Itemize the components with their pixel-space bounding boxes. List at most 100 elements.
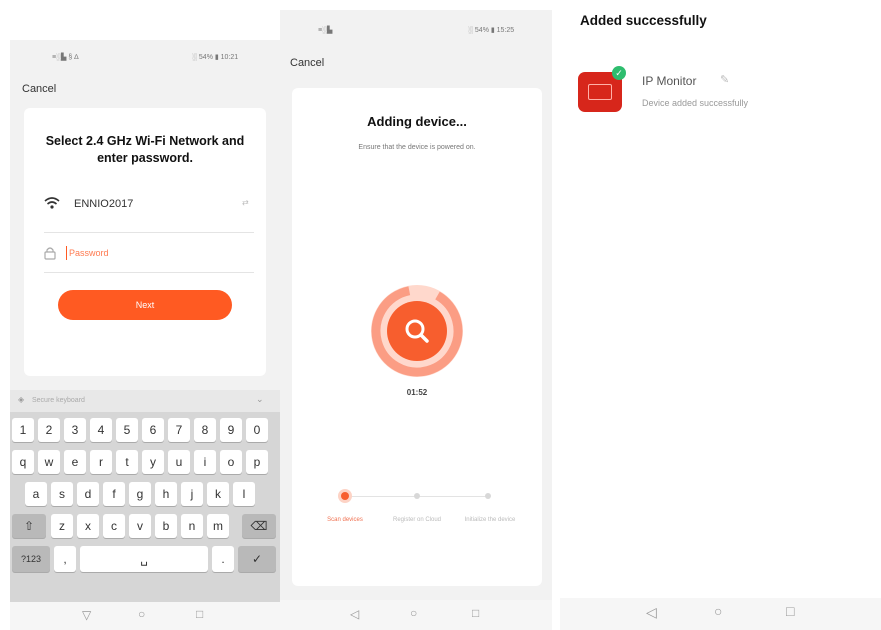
lock-icon	[44, 247, 56, 260]
recent-apps-icon[interactable]: □	[472, 606, 479, 620]
keyboard-header: ◈ Secure keyboard ⌄	[10, 390, 280, 412]
backspace-key[interactable]: ⌫	[242, 514, 276, 538]
back-icon[interactable]: ◁	[350, 607, 359, 621]
back-icon[interactable]: ◁	[646, 604, 657, 621]
system-nav-bar: ◁ ○ □	[280, 600, 552, 630]
step-dot	[414, 493, 420, 499]
page-title: Adding device...	[367, 114, 467, 129]
key[interactable]: 3	[64, 418, 86, 442]
key[interactable]: 6	[142, 418, 164, 442]
text-cursor	[66, 246, 67, 260]
system-nav-bar: ◁ ○ □	[560, 598, 881, 630]
wifi-card: Select 2.4 GHz Wi-Fi Network and enter p…	[24, 108, 266, 376]
shield-icon: ◈	[18, 395, 25, 404]
adding-card: Adding device... Ensure that the device …	[292, 88, 542, 586]
symbols-key[interactable]: ?123	[12, 546, 50, 572]
key[interactable]: k	[207, 482, 229, 506]
scan-timer: 01:52	[406, 388, 428, 397]
page-title: Added successfully	[580, 13, 707, 28]
status-bar-left: ≡░▙ § ∆	[52, 54, 79, 61]
status-bar-right: ░ 54% ▮ 10:21	[192, 54, 239, 61]
wifi-setup-screen: ≡░▙ § ∆ ░ 54% ▮ 10:21 Cancel Select 2.4 …	[10, 40, 280, 630]
device-list-item[interactable]: ✓ IP Monitor ✎ Device added successfully	[578, 66, 868, 116]
added-success-screen: Added successfully ✓ IP Monitor ✎ Device…	[560, 0, 881, 630]
scan-progress-ring	[371, 285, 463, 377]
key[interactable]: g	[129, 482, 151, 506]
page-title: Select 2.4 GHz Wi-Fi Network and enter p…	[45, 134, 245, 165]
key[interactable]: i	[194, 450, 216, 474]
key[interactable]: l	[233, 482, 255, 506]
key[interactable]: r	[90, 450, 112, 474]
key[interactable]: 1	[12, 418, 34, 442]
secure-keyboard: ◈ Secure keyboard ⌄ 1 2 3 4 5 6 7 8 9 0 …	[10, 390, 280, 602]
key[interactable]: m	[207, 514, 229, 538]
key[interactable]: o	[220, 450, 242, 474]
divider	[44, 272, 254, 273]
key[interactable]: 5	[116, 418, 138, 442]
period-key[interactable]: .	[212, 546, 234, 572]
device-name: IP Monitor	[642, 74, 697, 88]
key[interactable]: y	[142, 450, 164, 474]
password-row[interactable]: Password	[44, 246, 254, 266]
key[interactable]: e	[64, 450, 86, 474]
key[interactable]: w	[38, 450, 60, 474]
key[interactable]: p	[246, 450, 268, 474]
status-bar-right: ░ 54% ▮ 15:25	[468, 27, 515, 34]
cancel-button[interactable]: Cancel	[290, 57, 324, 69]
system-nav-bar: ▽ ○ □	[10, 602, 280, 630]
enter-key[interactable]: ✓	[238, 546, 276, 572]
key[interactable]: j	[181, 482, 203, 506]
recent-apps-icon[interactable]: □	[196, 607, 203, 621]
recent-apps-icon[interactable]: □	[786, 603, 794, 619]
back-icon[interactable]: ▽	[82, 608, 91, 622]
key[interactable]: n	[181, 514, 203, 538]
key[interactable]: 8	[194, 418, 216, 442]
network-row[interactable]: ENNIO2017 ⇄	[44, 196, 254, 216]
check-badge-icon: ✓	[612, 66, 626, 80]
key[interactable]: b	[155, 514, 177, 538]
key[interactable]: s	[51, 482, 73, 506]
home-icon[interactable]: ○	[714, 603, 722, 619]
key[interactable]: h	[155, 482, 177, 506]
step-dot	[341, 492, 349, 500]
key[interactable]: q	[12, 450, 34, 474]
space-key[interactable]: ␣	[80, 546, 208, 572]
comma-key[interactable]: ,	[54, 546, 76, 572]
key[interactable]: z	[51, 514, 73, 538]
key[interactable]: 2	[38, 418, 60, 442]
key[interactable]: u	[168, 450, 190, 474]
key[interactable]: 7	[168, 418, 190, 442]
key[interactable]: 4	[90, 418, 112, 442]
shift-key[interactable]: ⇧	[12, 514, 46, 538]
password-input[interactable]: Password	[69, 248, 109, 258]
step-dot	[485, 493, 491, 499]
device-status: Device added successfully	[642, 98, 749, 108]
home-icon[interactable]: ○	[410, 606, 417, 620]
monitor-icon	[588, 84, 612, 100]
change-network-icon[interactable]: ⇄	[242, 198, 249, 207]
key[interactable]: 9	[220, 418, 242, 442]
key[interactable]: v	[129, 514, 151, 538]
key[interactable]: d	[77, 482, 99, 506]
key[interactable]: c	[103, 514, 125, 538]
network-name: ENNIO2017	[74, 198, 134, 210]
divider	[44, 232, 254, 233]
key[interactable]: x	[77, 514, 99, 538]
next-button[interactable]: Next	[58, 290, 232, 320]
chevron-down-icon[interactable]: ⌄	[256, 394, 264, 405]
wifi-icon	[44, 197, 60, 209]
edit-pencil-icon[interactable]: ✎	[720, 73, 729, 86]
key[interactable]: t	[116, 450, 138, 474]
step-label: Scan devices	[327, 517, 363, 523]
adding-device-screen: ≡░▙ ░ 54% ▮ 15:25 Cancel Adding device..…	[280, 10, 552, 630]
status-bar-left: ≡░▙	[318, 27, 333, 34]
subtitle: Ensure that the device is powered on.	[358, 144, 476, 151]
step-label: Initialize the device	[464, 517, 516, 523]
step-label: Register on Cloud	[392, 517, 442, 523]
key[interactable]: f	[103, 482, 125, 506]
home-icon[interactable]: ○	[138, 607, 145, 621]
keyboard-header-label: Secure keyboard	[32, 397, 85, 404]
cancel-button[interactable]: Cancel	[22, 83, 56, 95]
key[interactable]: 0	[246, 418, 268, 442]
key[interactable]: a	[25, 482, 47, 506]
